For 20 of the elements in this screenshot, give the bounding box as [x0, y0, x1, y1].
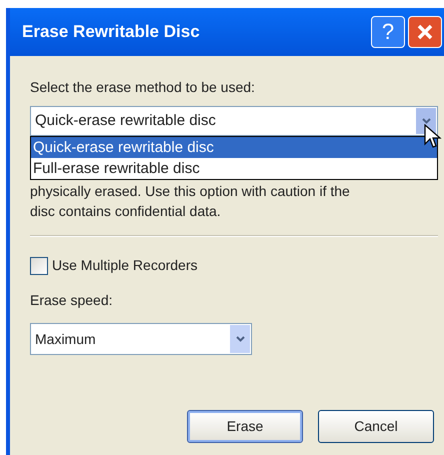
- chevron-icon: [422, 118, 430, 124]
- dropdown-option[interactable]: Full-erase rewritable disc: [31, 158, 437, 179]
- dropdown-value: Maximum: [35, 330, 97, 348]
- close-button[interactable]: [408, 16, 442, 48]
- checkbox[interactable]: [30, 256, 48, 274]
- method-label: Select the erase method to be used:: [30, 78, 256, 97]
- description-text: disc contains confidential data.: [30, 202, 222, 221]
- dropdown-value: Quick-erase rewritable disc: [35, 110, 217, 131]
- dropdown-option[interactable]: Quick-erase rewritable disc: [31, 137, 437, 158]
- speed-label: Erase speed:: [30, 291, 114, 310]
- close-icon: [416, 23, 434, 41]
- chevron-icon: [236, 336, 244, 342]
- help-button[interactable]: ?: [371, 16, 405, 48]
- dialog-button[interactable]: Erase: [187, 410, 303, 443]
- method-dropdown[interactable]: Quick-erase rewritable disc: [30, 106, 438, 136]
- dialog-button[interactable]: Cancel: [318, 410, 434, 443]
- checkbox-label: Use Multiple Recorders: [52, 256, 198, 275]
- description-text: physically erased. Use this option with caution if the: [30, 182, 351, 201]
- window-title: Erase Rewritable Disc: [22, 21, 201, 44]
- speed-dropdown[interactable]: Maximum: [30, 323, 252, 355]
